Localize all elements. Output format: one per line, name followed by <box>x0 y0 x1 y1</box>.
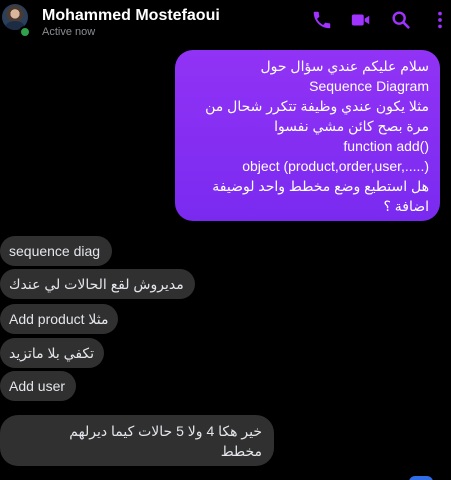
received-message-bubble[interactable]: تكفي بلا ماتزيد <box>0 338 105 368</box>
sent-message-bubble[interactable]: سلام عليكم عندي سؤال حول Sequence Diagra… <box>175 50 440 221</box>
received-message-bubble[interactable]: Add product مثلا <box>0 304 119 334</box>
message-line: مخطط <box>220 443 262 459</box>
next-message-bubble-edge <box>409 476 433 480</box>
phone-icon[interactable] <box>311 9 333 31</box>
received-message-bubble[interactable]: مديروش لقع الحالات لي عندك <box>0 269 195 299</box>
message-line: function add() <box>343 138 429 154</box>
message-line: object (product,order,user,.....) <box>242 158 429 174</box>
message-line: خير هكا 4 ولا 5 حالات كيما ديرلهم <box>69 423 262 439</box>
message-line: اضافة ؟ <box>383 198 429 214</box>
online-status-dot <box>19 26 31 38</box>
message-text: Add product مثلا <box>9 311 109 327</box>
message-line: Sequence Diagram <box>309 78 429 94</box>
video-icon[interactable] <box>350 9 372 31</box>
message-text: تكفي بلا ماتزيد <box>9 345 95 361</box>
message-text: Add user <box>9 378 66 394</box>
chat-header: Mohammed Mostefaoui Active now <box>0 0 451 42</box>
search-icon[interactable] <box>390 9 412 31</box>
contact-name[interactable]: Mohammed Mostefaoui <box>42 7 220 25</box>
chat-screen: Mohammed Mostefaoui Active now سلام عليك… <box>0 0 451 480</box>
received-message-bubble[interactable]: Add user <box>0 371 77 401</box>
message-text: مديروش لقع الحالات لي عندك <box>9 276 184 292</box>
message-text: sequence diag <box>9 243 101 259</box>
contact-status: Active now <box>42 26 96 38</box>
received-message-bubble[interactable]: sequence diag <box>0 236 113 266</box>
more-options-icon[interactable] <box>429 9 451 31</box>
message-line: هل استطيع وضع مخطط واحد لوضيفة <box>212 178 429 194</box>
received-message-bubble[interactable]: خير هكا 4 ولا 5 حالات كيما ديرلهم مخطط <box>0 415 274 466</box>
message-line: مرة بصح كائن مشي نفسوا <box>274 118 429 134</box>
message-line: سلام عليكم عندي سؤال حول <box>260 58 429 74</box>
message-line: مثلا يكون عندي وظيفة تتكرر شحال من <box>205 98 429 114</box>
